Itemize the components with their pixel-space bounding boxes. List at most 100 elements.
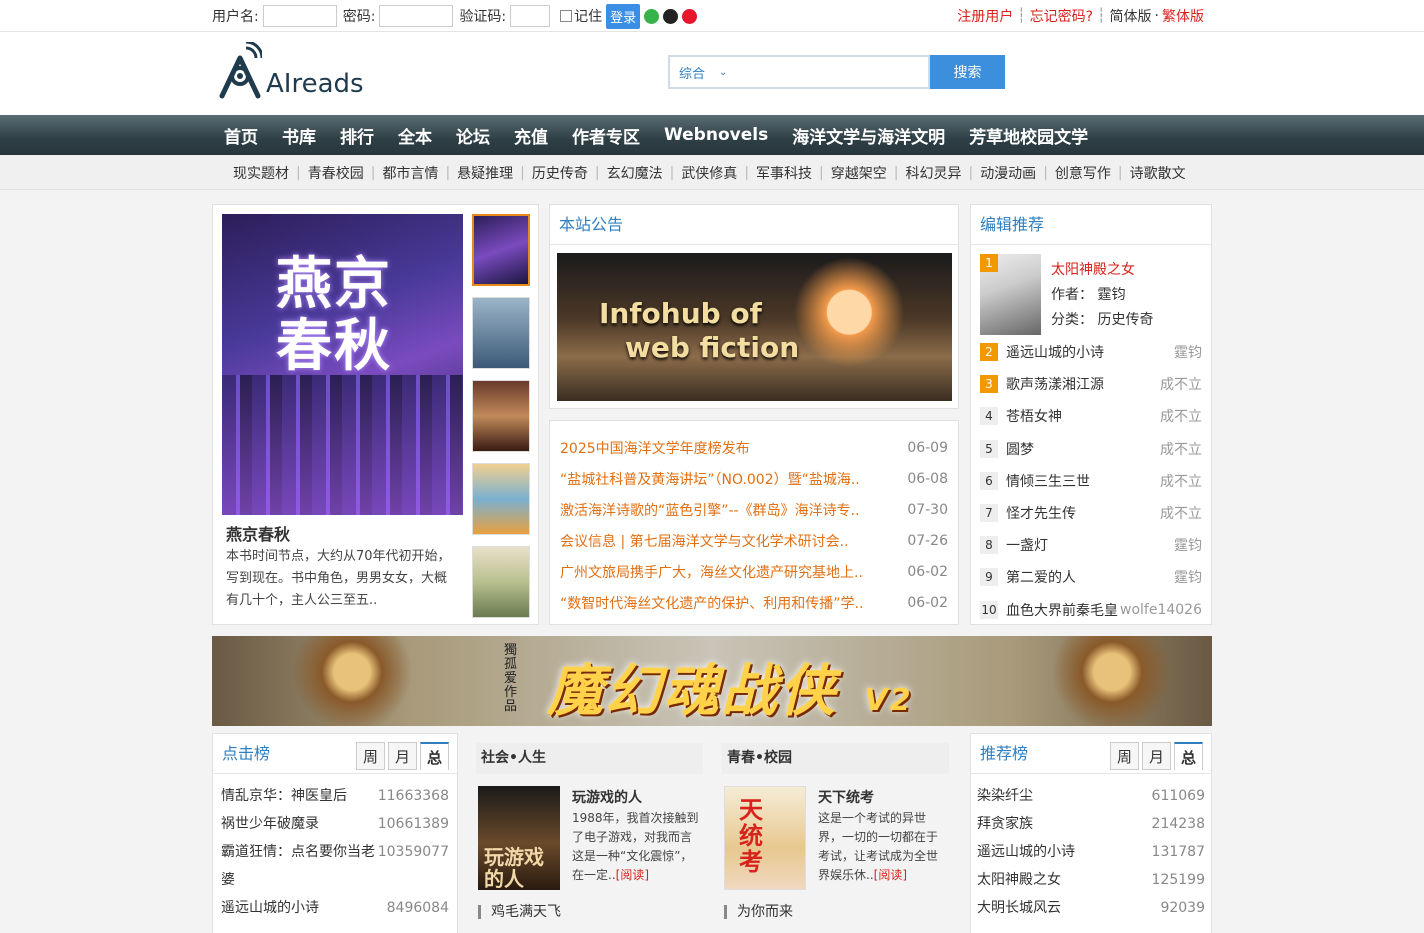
youth-book-cover[interactable]: 天统考 — [724, 786, 806, 890]
news-item[interactable]: 激活海洋诗歌的“蓝色引擎”--《群岛》海洋诗专.. 07-30 — [560, 494, 948, 525]
thumbnail[interactable] — [472, 463, 530, 535]
news-item[interactable]: 会议信息 | 第七届海洋文学与文化学术研讨会.. 07-26 — [560, 525, 948, 556]
nav-item[interactable]: 芳草地校园文学 — [957, 123, 1100, 148]
rank-author[interactable]: wolfe14026 — [1120, 602, 1202, 618]
social-more-item[interactable]: 鸡毛满天飞 — [478, 905, 561, 919]
promo-banner[interactable]: 獨孤爱作品 魔幻魂战侠 V2 — [212, 636, 1212, 726]
rank-item[interactable]: 4 苍梧女神 成不立 — [980, 400, 1202, 432]
rank-item[interactable]: 3 歌声荡漾湘江源 成不立 — [980, 368, 1202, 400]
news-title[interactable]: “盐城社科普及黄海讲坛”（NO.002）暨“盐城海.. — [560, 469, 860, 489]
read-link[interactable]: [阅读] — [616, 868, 649, 882]
rank-book-name[interactable]: 圆梦 — [1006, 439, 1160, 459]
rank-author[interactable]: 霆钧 — [1174, 567, 1202, 587]
captcha-input[interactable] — [510, 5, 551, 27]
rank-book-name[interactable]: 大明长城风云 — [977, 894, 1061, 922]
news-item[interactable]: “盐城社科普及黄海讲坛”（NO.002）暨“盐城海.. 06-08 — [560, 463, 948, 494]
rank-author[interactable]: 成不立 — [1160, 406, 1202, 426]
rank-author[interactable]: 成不立 — [1160, 439, 1202, 459]
weibo-icon[interactable] — [682, 8, 698, 24]
thumbnail[interactable] — [472, 380, 530, 452]
news-title[interactable]: 激活海洋诗歌的“蓝色引擎”--《群岛》海洋诗专.. — [560, 500, 860, 520]
tab-week[interactable]: 周 — [356, 742, 385, 770]
category-link[interactable]: 创意写作 — [1048, 163, 1118, 183]
rank-item[interactable]: 情乱京华：神医皇后 11663368 — [221, 782, 449, 810]
read-link[interactable]: [阅读] — [874, 868, 907, 882]
social-book-cover[interactable]: 玩游戏的人 — [478, 786, 560, 890]
category-link[interactable]: 玄幻魔法 — [600, 163, 670, 183]
thumbnail[interactable] — [472, 546, 530, 618]
rank-book-name[interactable]: 祸世少年破魔录 — [221, 810, 319, 838]
nav-item[interactable]: 海洋文学与海洋文明 — [780, 123, 957, 148]
youth-book-title[interactable]: 天下统考 — [818, 787, 874, 807]
nav-item[interactable]: Webnovels — [652, 125, 780, 145]
register-link[interactable]: 注册用户 — [957, 6, 1013, 26]
rank-item[interactable]: 5 圆梦 成不立 — [980, 433, 1202, 465]
rank-book-name[interactable]: 一盏灯 — [1006, 535, 1174, 555]
rank-item[interactable]: 9 第二爱的人 霆钧 — [980, 561, 1202, 593]
rank-item[interactable]: 拜贪家族 214238 — [977, 810, 1205, 838]
rank-item[interactable]: 6 情倾三生三世 成不立 — [980, 465, 1202, 497]
wechat-icon[interactable] — [644, 8, 660, 24]
tab-week[interactable]: 周 — [1110, 742, 1139, 770]
tab-month[interactable]: 月 — [388, 742, 417, 770]
category-link[interactable]: 科幻灵异 — [898, 163, 968, 183]
forgot-password-link[interactable]: 忘记密码? — [1030, 6, 1093, 26]
login-button[interactable]: 登录 — [606, 3, 641, 29]
rank-book-name[interactable]: 情乱京华：神医皇后 — [221, 782, 347, 810]
rank-item[interactable]: 8 一盏灯 霆钧 — [980, 529, 1202, 561]
news-title[interactable]: 2025中国海洋文学年度榜发布 — [560, 438, 750, 458]
traditional-link[interactable]: 繁体版 — [1162, 6, 1204, 26]
rank-book-name[interactable]: 霸道狂情：点名要你当老婆 — [221, 838, 378, 894]
rank-item[interactable]: 2 遥远山城的小诗 霆钧 — [980, 336, 1202, 368]
rank-item[interactable]: 大明长城风云 92039 — [977, 894, 1205, 922]
featured-cover[interactable]: 燕京春秋 — [222, 214, 463, 515]
news-title[interactable]: 广州文旅局携手广大，海丝文化遗产研究基地上.. — [560, 562, 863, 582]
rank-book-name[interactable]: 歌声荡漾湘江源 — [1006, 374, 1160, 394]
thumbnail[interactable] — [472, 297, 530, 369]
username-input[interactable] — [262, 5, 337, 27]
thumbnail[interactable] — [472, 214, 530, 286]
category-link[interactable]: 悬疑推理 — [450, 163, 520, 183]
site-logo[interactable]: AIreads — [218, 42, 364, 102]
rank-book-name[interactable]: 怪才先生传 — [1006, 503, 1160, 523]
nav-item[interactable]: 排行 — [328, 123, 386, 148]
news-item[interactable]: “数智时代海丝文化遗产的保护、利用和传播”学.. 06-02 — [560, 587, 948, 618]
rank-item[interactable]: 霸道狂情：点名要你当老婆 10359077 — [221, 838, 449, 894]
search-button[interactable]: 搜索 — [930, 55, 1005, 89]
rank-item[interactable]: 7 怪才先生传 成不立 — [980, 497, 1202, 529]
category-link[interactable]: 诗歌散文 — [1123, 163, 1193, 183]
category-link[interactable]: 动漫动画 — [973, 163, 1043, 183]
rank-item[interactable]: 10 血色大界前秦毛皇 wolfe14026 — [980, 594, 1202, 626]
category-link[interactable]: 现实题材 — [226, 163, 296, 183]
featured-title[interactable]: 燕京春秋 — [226, 521, 290, 545]
password-input[interactable] — [379, 5, 454, 27]
editor-top-name[interactable]: 太阳神殿之女 — [1051, 259, 1135, 279]
rank-author[interactable]: 成不立 — [1160, 503, 1202, 523]
qq-icon[interactable] — [663, 8, 679, 24]
nav-item[interactable]: 全本 — [386, 123, 444, 148]
tab-total[interactable]: 总 — [1174, 742, 1203, 770]
search-scope-select[interactable]: 综合 ⌄ — [668, 55, 930, 89]
social-book-title[interactable]: 玩游戏的人 — [572, 787, 642, 807]
rank-book-name[interactable]: 血色大界前秦毛皇 — [1006, 600, 1120, 620]
tab-month[interactable]: 月 — [1142, 742, 1171, 770]
rank-item[interactable]: 祸世少年破魔录 10661389 — [221, 810, 449, 838]
tab-total[interactable]: 总 — [420, 742, 449, 770]
rank-book-name[interactable]: 遥远山城的小诗 — [977, 838, 1075, 866]
rank-book-name[interactable]: 太阳神殿之女 — [977, 866, 1061, 894]
category-link[interactable]: 历史传奇 — [525, 163, 595, 183]
rank-author[interactable]: 霆钧 — [1174, 342, 1202, 362]
rank-item[interactable]: 遥远山城的小诗 131787 — [977, 838, 1205, 866]
rank-book-name[interactable]: 遥远山城的小诗 — [1006, 342, 1174, 362]
news-title[interactable]: 会议信息 | 第七届海洋文学与文化学术研讨会.. — [560, 531, 849, 551]
nav-item[interactable]: 首页 — [212, 123, 270, 148]
rank-item[interactable]: 染染纤尘 611069 — [977, 782, 1205, 810]
nav-item[interactable]: 充值 — [502, 123, 560, 148]
category-link[interactable]: 军事科技 — [749, 163, 819, 183]
social-column-heading[interactable]: 社会•人生 — [476, 743, 703, 774]
rank-item[interactable]: 太阳神殿之女 125199 — [977, 866, 1205, 894]
nav-item[interactable]: 作者专区 — [560, 123, 652, 148]
category-link[interactable]: 青春校园 — [301, 163, 371, 183]
news-item[interactable]: 2025中国海洋文学年度榜发布 06-09 — [560, 432, 948, 463]
rank-book-name[interactable]: 苍梧女神 — [1006, 406, 1160, 426]
